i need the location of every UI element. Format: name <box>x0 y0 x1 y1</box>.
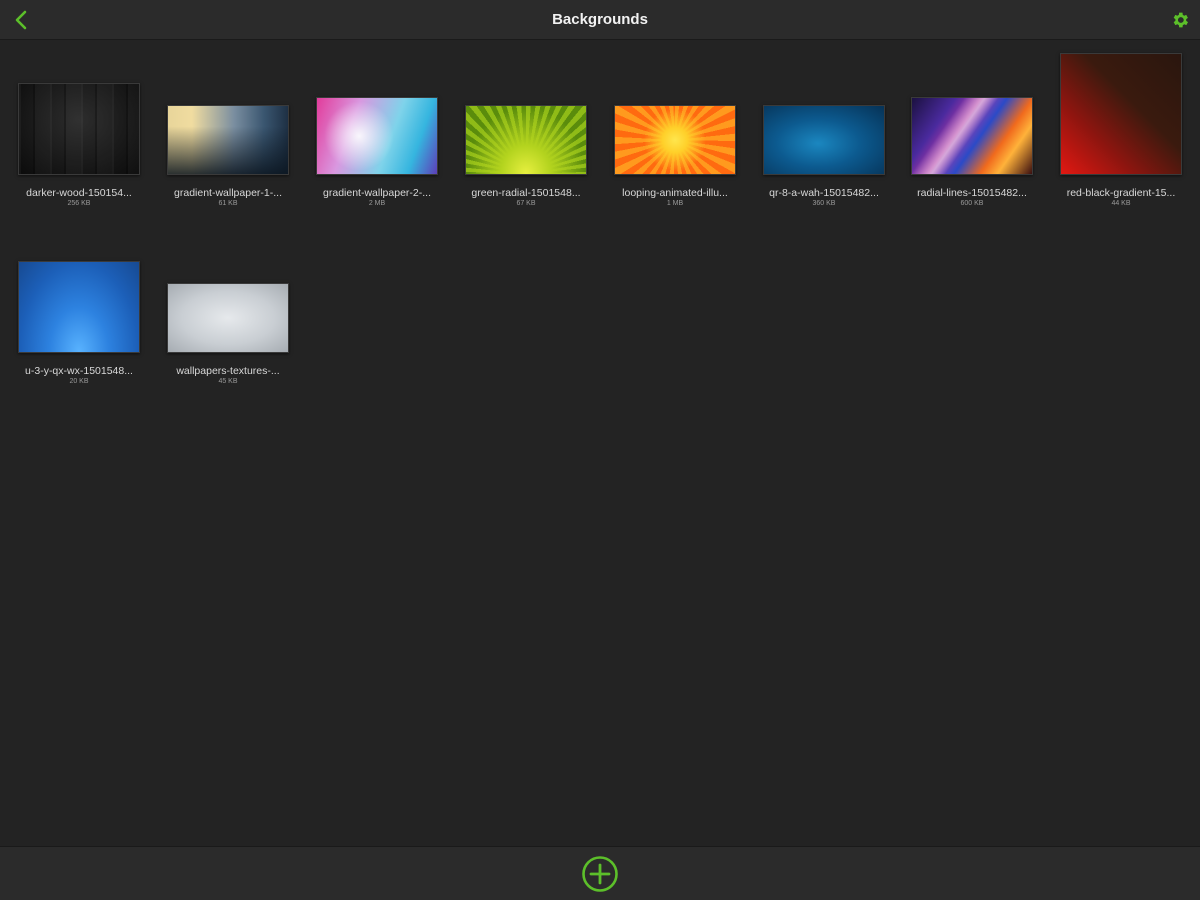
thumbnail <box>167 283 289 353</box>
page-title: Backgrounds <box>552 11 648 28</box>
grid-item[interactable]: wallpapers-textures-... 45 KB <box>163 219 293 389</box>
file-size: 61 KB <box>218 200 238 207</box>
thumbnail <box>167 105 289 175</box>
plus-circle-icon <box>582 856 618 892</box>
grid-item[interactable]: gradient-wallpaper-2-... 2 MB <box>312 41 442 211</box>
chevron-left-icon <box>15 10 27 30</box>
file-size: 1 MB <box>666 200 684 207</box>
thumbnail <box>18 83 140 175</box>
grid-item[interactable]: qr-8-a-wah-15015482... 360 KB <box>759 41 889 211</box>
file-name: u-3-y-qx-wx-1501548... <box>25 365 133 377</box>
file-size: 45 KB <box>218 378 238 385</box>
bottom-toolbar <box>0 846 1200 900</box>
file-name: looping-animated-illu... <box>622 187 728 199</box>
gear-icon <box>1173 12 1188 28</box>
grid-item[interactable]: darker-wood-150154... 256 KB <box>14 41 144 211</box>
file-size: 360 KB <box>812 200 836 207</box>
file-name: darker-wood-150154... <box>26 187 132 199</box>
file-size: 600 KB <box>960 200 984 207</box>
thumbnail <box>1060 53 1182 175</box>
add-background-button[interactable] <box>581 855 619 893</box>
file-name: gradient-wallpaper-1-... <box>174 187 282 199</box>
grid-item[interactable]: gradient-wallpaper-1-... 61 KB <box>163 41 293 211</box>
grid-item[interactable]: red-black-gradient-15... 44 KB <box>1056 41 1186 211</box>
file-size: 20 KB <box>69 378 89 385</box>
settings-button[interactable] <box>1166 6 1194 34</box>
file-name: red-black-gradient-15... <box>1066 187 1176 199</box>
grid-item[interactable]: u-3-y-qx-wx-1501548... 20 KB <box>14 219 144 389</box>
file-name: gradient-wallpaper-2-... <box>323 187 431 199</box>
file-name: qr-8-a-wah-15015482... <box>769 187 879 199</box>
grid-item[interactable]: looping-animated-illu... 1 MB <box>610 41 740 211</box>
thumbnail <box>465 105 587 175</box>
file-name: radial-lines-15015482... <box>917 187 1027 199</box>
back-button[interactable] <box>6 4 36 36</box>
grid-item[interactable]: green-radial-1501548... 67 KB <box>461 41 591 211</box>
thumbnail <box>614 105 736 175</box>
top-bar: Backgrounds <box>0 0 1200 40</box>
file-size: 44 KB <box>1111 200 1131 207</box>
file-size: 67 KB <box>516 200 536 207</box>
backgrounds-screen: Backgrounds darker-wood-150154... 256 KB… <box>0 0 1200 900</box>
thumbnail <box>763 105 885 175</box>
file-size: 256 KB <box>67 200 91 207</box>
thumbnail <box>18 261 140 353</box>
thumbnail <box>316 97 438 175</box>
file-name: wallpapers-textures-... <box>176 365 280 377</box>
file-name: green-radial-1501548... <box>471 187 581 199</box>
thumbnail <box>911 97 1033 175</box>
grid-item[interactable]: radial-lines-15015482... 600 KB <box>907 41 1037 211</box>
background-grid: darker-wood-150154... 256 KB gradient-wa… <box>0 41 1200 846</box>
file-size: 2 MB <box>368 200 386 207</box>
